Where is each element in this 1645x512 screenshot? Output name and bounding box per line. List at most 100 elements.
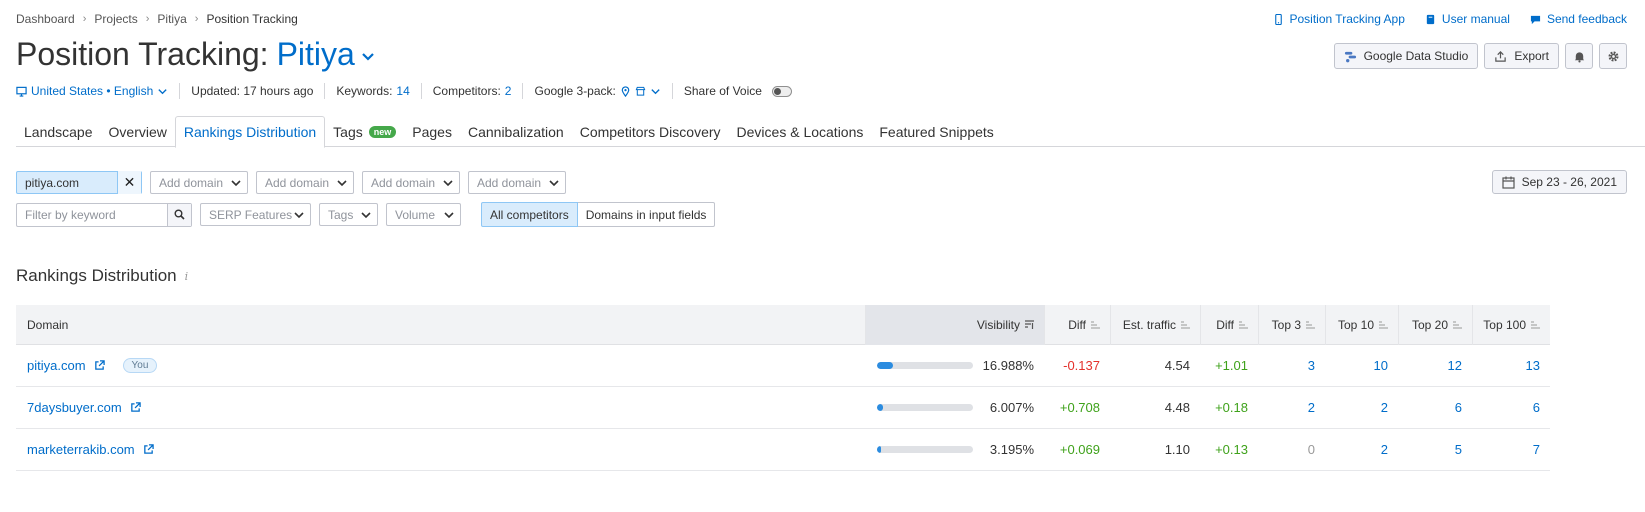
visibility-cell: 16.988% [865,345,1044,387]
top10-count[interactable]: 10 [1325,345,1398,387]
col-diff[interactable]: Diff [1044,304,1110,345]
visibility-cell: 3.195% [865,429,1044,471]
visibility-cell: 6.007% [865,387,1044,429]
domain-link[interactable]: 7daysbuyer.com [27,400,122,415]
position-tracking-app-link[interactable]: Position Tracking App [1273,12,1405,26]
export-button[interactable]: Export [1484,43,1559,69]
add-domain-select-1[interactable]: Add domain [150,171,248,194]
volume-select[interactable]: Volume [386,203,461,226]
tab-overview[interactable]: Overview [101,116,175,147]
col-label: Top 20 [1411,317,1448,332]
location-label: United States • English [31,84,154,98]
top20-count[interactable]: 6 [1398,387,1472,429]
project-switcher[interactable]: Pitiya [277,36,375,73]
tab-pages[interactable]: Pages [404,116,460,147]
top20-count[interactable]: 12 [1398,345,1472,387]
external-link-icon[interactable] [143,444,154,455]
add-domain-select-3[interactable]: Add domain [362,171,460,194]
top3-count[interactable]: 2 [1258,387,1325,429]
domain-input[interactable]: pitiya.com ✕ [16,171,142,194]
table-row: marketerrakib.com 3.195% +0.069 1.10 +0.13 0 2… [16,429,1550,471]
visibility-value: 3.195% [989,442,1034,457]
col-traffic-diff[interactable]: Diff [1200,304,1258,345]
col-top100[interactable]: Top 100 [1472,304,1550,345]
col-label: Diff [1216,317,1234,332]
est-traffic: 4.48 [1164,400,1190,415]
visibility-bar [877,362,973,369]
google-data-studio-button[interactable]: Google Data Studio [1333,43,1479,69]
tab-rankings-distribution[interactable]: Rankings Distribution [174,116,326,148]
chevron-down-icon [549,179,559,186]
col-label: Visibility [976,317,1020,332]
add-domain-label: Add domain [477,175,542,190]
sort-icon [1453,321,1462,329]
sort-icon [1379,321,1388,329]
share-of-voice: Share of Voice [671,83,803,99]
top100-count[interactable]: 13 [1472,345,1550,387]
est-traffic: 1.10 [1164,442,1190,457]
tags-select[interactable]: Tags [319,203,378,226]
tab-competitors-discovery[interactable]: Competitors Discovery [572,116,729,147]
traffic-diff: +0.13 [1215,442,1248,457]
external-link-icon[interactable] [130,402,141,413]
competitors-count[interactable]: 2 [505,84,512,98]
mobile-icon [1274,13,1282,25]
add-domain-select-4[interactable]: Add domain [468,171,566,194]
google-3pack-label: Google 3-pack: [534,84,616,98]
tags-label: Tags [328,207,354,222]
domains-in-inputs-button[interactable]: Domains in input fields [577,202,716,227]
breadcrumb-projects[interactable]: Projects [94,12,137,26]
col-top3[interactable]: Top 3 [1258,304,1325,345]
domain-link[interactable]: pitiya.com [27,358,86,373]
keywords-count[interactable]: 14 [396,84,409,98]
col-est-traffic[interactable]: Est. traffic [1110,304,1200,345]
settings-button[interactable] [1599,43,1627,69]
tab-landscape[interactable]: Landscape [16,116,101,147]
breadcrumb-dashboard[interactable]: Dashboard [16,12,75,26]
location-selector[interactable]: United States • English [16,83,179,99]
breadcrumb: Dashboard › Projects › Pitiya › Position… [16,12,298,26]
top20-count[interactable]: 5 [1398,429,1472,471]
chevron-down-icon [444,211,454,218]
top10-count[interactable]: 2 [1325,429,1398,471]
notifications-button[interactable] [1565,43,1593,69]
gear-icon [1607,50,1619,62]
col-visibility[interactable]: Visibility [865,304,1044,345]
google-3pack-info[interactable]: Google 3-pack: [522,83,671,99]
competitors-label: Competitors: [432,84,501,98]
sov-toggle[interactable] [771,85,792,97]
col-label: Top 10 [1337,317,1374,332]
date-range-picker[interactable]: Sep 23 - 26, 2021 [1491,170,1627,194]
add-domain-select-2[interactable]: Add domain [256,171,354,194]
serp-features-select[interactable]: SERP Features [200,203,311,226]
chevron-down-icon [651,88,660,94]
gds-label: Google Data Studio [1363,49,1469,63]
tab-cannibalization[interactable]: Cannibalization [460,116,572,147]
domain-cell: marketerrakib.com [16,429,865,471]
send-feedback-link[interactable]: Send feedback [1530,12,1627,26]
search-button[interactable] [167,203,191,226]
external-link-icon[interactable] [94,360,105,371]
user-manual-link[interactable]: User manual [1425,12,1510,26]
tab-tags[interactable]: Tags new [325,116,404,147]
all-competitors-button[interactable]: All competitors [481,202,578,227]
clear-domain-button[interactable]: ✕ [117,171,141,194]
top100-count[interactable]: 6 [1472,387,1550,429]
book-icon [1426,14,1435,24]
breadcrumb-project[interactable]: Pitiya [157,12,186,26]
col-top20[interactable]: Top 20 [1398,304,1472,345]
tab-featured-snippets[interactable]: Featured Snippets [871,116,1001,147]
chevron-right-icon: › [82,13,87,25]
top3-count[interactable]: 3 [1258,345,1325,387]
keyword-filter-input[interactable]: Filter by keyword [16,202,192,227]
col-top10[interactable]: Top 10 [1325,304,1398,345]
position-tracking-app-label: Position Tracking App [1289,12,1405,26]
export-icon [1495,50,1507,62]
top100-count[interactable]: 7 [1472,429,1550,471]
domain-link[interactable]: marketerrakib.com [27,442,135,457]
top10-count[interactable]: 2 [1325,387,1398,429]
add-domain-label: Add domain [159,175,224,190]
tab-devices-locations[interactable]: Devices & Locations [729,116,872,147]
sov-label: Share of Voice [683,84,762,98]
info-icon[interactable]: i [185,270,189,283]
